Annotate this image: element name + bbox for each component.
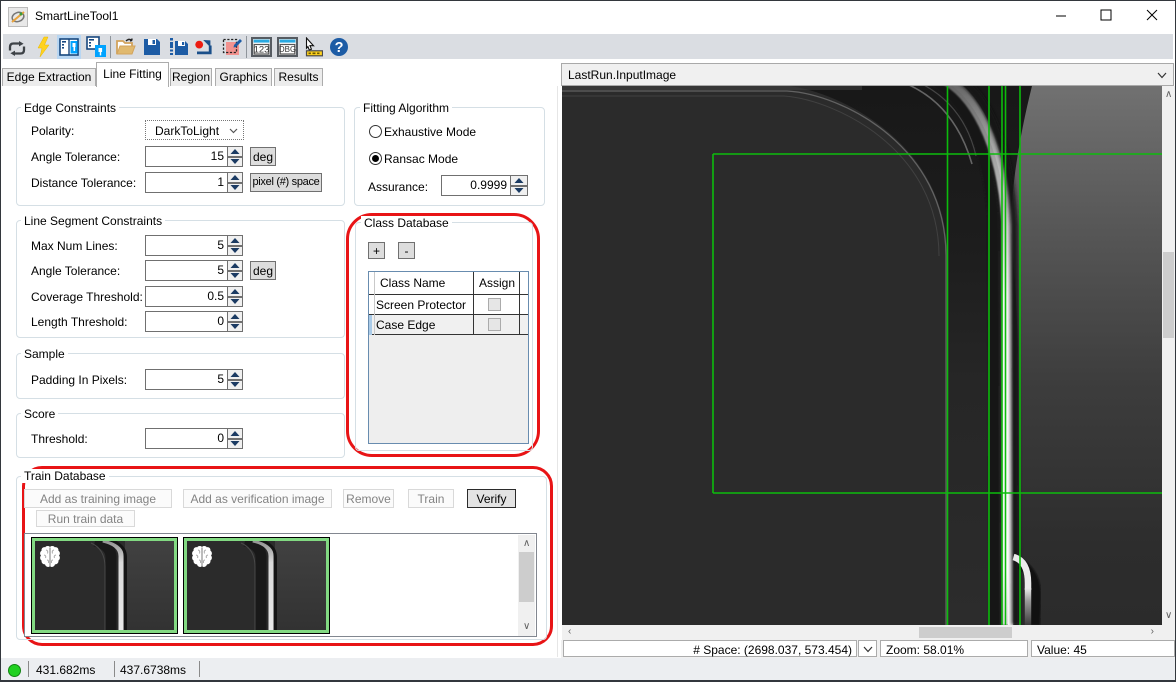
svg-text:123: 123	[254, 45, 270, 56]
svg-text:DBG: DBG	[279, 45, 296, 54]
svg-text:?: ?	[335, 40, 344, 56]
